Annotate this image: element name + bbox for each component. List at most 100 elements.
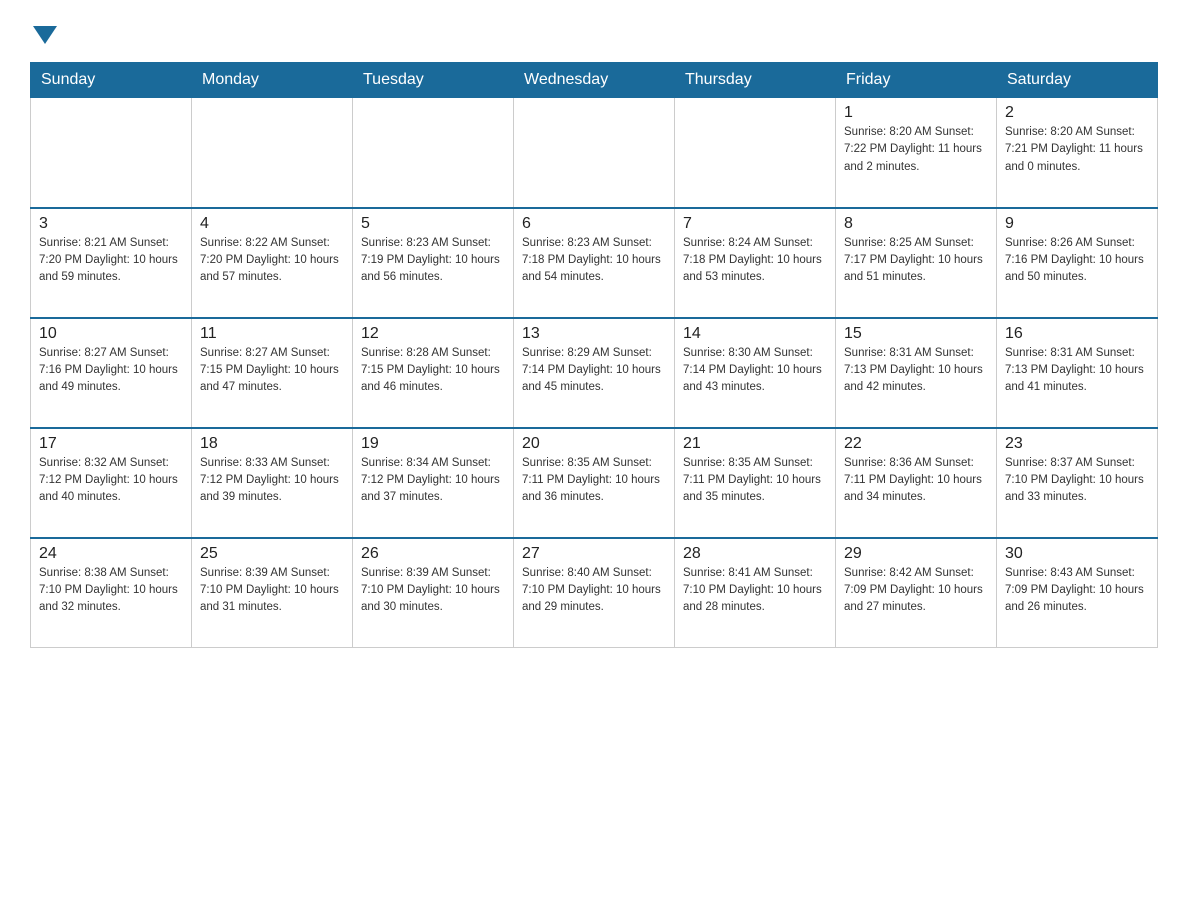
day-number: 6 — [522, 215, 666, 233]
calendar-cell: 18 Sunrise: 8:33 AM Sunset: 7:12 PM Dayli… — [192, 428, 353, 538]
day-number: 12 — [361, 325, 505, 343]
day-info: Sunrise: 8:23 AM Sunset: 7:19 PM Dayligh… — [361, 235, 505, 287]
day-number: 22 — [844, 435, 988, 453]
day-info: Sunrise: 8:26 AM Sunset: 7:16 PM Dayligh… — [1005, 235, 1149, 287]
day-number: 10 — [39, 325, 183, 343]
calendar-cell: 12 Sunrise: 8:28 AM Sunset: 7:15 PM Dayli… — [353, 318, 514, 428]
day-number: 21 — [683, 435, 827, 453]
day-info: Sunrise: 8:41 AM Sunset: 7:10 PM Dayligh… — [683, 565, 827, 617]
day-info: Sunrise: 8:34 AM Sunset: 7:12 PM Dayligh… — [361, 455, 505, 507]
calendar-cell: 29 Sunrise: 8:42 AM Sunset: 7:09 PM Dayli… — [836, 538, 997, 648]
weekday-header-row: SundayMondayTuesdayWednesdayThursdayFrid… — [31, 63, 1158, 98]
calendar-cell — [353, 98, 514, 208]
day-info: Sunrise: 8:31 AM Sunset: 7:13 PM Dayligh… — [844, 345, 988, 397]
day-info: Sunrise: 8:30 AM Sunset: 7:14 PM Dayligh… — [683, 345, 827, 397]
day-info: Sunrise: 8:20 AM Sunset: 7:22 PM Dayligh… — [844, 124, 988, 176]
day-number: 26 — [361, 545, 505, 563]
day-info: Sunrise: 8:38 AM Sunset: 7:10 PM Dayligh… — [39, 565, 183, 617]
header — [30, 20, 1158, 44]
day-number: 4 — [200, 215, 344, 233]
calendar-cell: 27 Sunrise: 8:40 AM Sunset: 7:10 PM Dayli… — [514, 538, 675, 648]
day-info: Sunrise: 8:33 AM Sunset: 7:12 PM Dayligh… — [200, 455, 344, 507]
day-number: 28 — [683, 545, 827, 563]
calendar-cell — [31, 98, 192, 208]
logo-arrow-icon — [33, 26, 57, 44]
weekday-header-friday: Friday — [836, 63, 997, 98]
calendar-cell — [514, 98, 675, 208]
calendar-cell: 10 Sunrise: 8:27 AM Sunset: 7:16 PM Dayli… — [31, 318, 192, 428]
calendar-cell: 16Sunrise: 8:31 AM Sunset: 7:13 PM Dayli… — [997, 318, 1158, 428]
calendar-cell: 4Sunrise: 8:22 AM Sunset: 7:20 PM Daylig… — [192, 208, 353, 318]
day-info: Sunrise: 8:36 AM Sunset: 7:11 PM Dayligh… — [844, 455, 988, 507]
calendar-cell — [675, 98, 836, 208]
day-info: Sunrise: 8:20 AM Sunset: 7:21 PM Dayligh… — [1005, 124, 1149, 176]
day-info: Sunrise: 8:43 AM Sunset: 7:09 PM Dayligh… — [1005, 565, 1149, 617]
day-info: Sunrise: 8:23 AM Sunset: 7:18 PM Dayligh… — [522, 235, 666, 287]
day-number: 14 — [683, 325, 827, 343]
calendar-cell: 23Sunrise: 8:37 AM Sunset: 7:10 PM Dayli… — [997, 428, 1158, 538]
calendar-cell — [192, 98, 353, 208]
calendar-cell: 30 Sunrise: 8:43 AM Sunset: 7:09 PM Dayli… — [997, 538, 1158, 648]
day-number: 17 — [39, 435, 183, 453]
calendar-cell: 17 Sunrise: 8:32 AM Sunset: 7:12 PM Dayli… — [31, 428, 192, 538]
day-info: Sunrise: 8:39 AM Sunset: 7:10 PM Dayligh… — [361, 565, 505, 617]
day-info: Sunrise: 8:27 AM Sunset: 7:16 PM Dayligh… — [39, 345, 183, 397]
day-info: Sunrise: 8:42 AM Sunset: 7:09 PM Dayligh… — [844, 565, 988, 617]
calendar-cell: 24 Sunrise: 8:38 AM Sunset: 7:10 PM Dayli… — [31, 538, 192, 648]
day-number: 18 — [200, 435, 344, 453]
weekday-header-wednesday: Wednesday — [514, 63, 675, 98]
day-number: 5 — [361, 215, 505, 233]
day-number: 25 — [200, 545, 344, 563]
weekday-header-saturday: Saturday — [997, 63, 1158, 98]
weekday-header-thursday: Thursday — [675, 63, 836, 98]
day-info: Sunrise: 8:21 AM Sunset: 7:20 PM Dayligh… — [39, 235, 183, 287]
calendar-cell: 21 Sunrise: 8:35 AM Sunset: 7:11 PM Dayli… — [675, 428, 836, 538]
day-info: Sunrise: 8:39 AM Sunset: 7:10 PM Dayligh… — [200, 565, 344, 617]
day-info: Sunrise: 8:27 AM Sunset: 7:15 PM Dayligh… — [200, 345, 344, 397]
calendar-cell: 8Sunrise: 8:25 AM Sunset: 7:17 PM Daylig… — [836, 208, 997, 318]
calendar-week-row-1: 1 Sunrise: 8:20 AM Sunset: 7:22 PM Daylig… — [31, 98, 1158, 208]
calendar-cell: 14 Sunrise: 8:30 AM Sunset: 7:14 PM Dayli… — [675, 318, 836, 428]
weekday-header-tuesday: Tuesday — [353, 63, 514, 98]
day-number: 11 — [200, 325, 344, 343]
calendar-cell: 9Sunrise: 8:26 AM Sunset: 7:16 PM Daylig… — [997, 208, 1158, 318]
day-number: 29 — [844, 545, 988, 563]
calendar-cell: 7 Sunrise: 8:24 AM Sunset: 7:18 PM Daylig… — [675, 208, 836, 318]
day-info: Sunrise: 8:29 AM Sunset: 7:14 PM Dayligh… — [522, 345, 666, 397]
calendar-cell: 20 Sunrise: 8:35 AM Sunset: 7:11 PM Dayli… — [514, 428, 675, 538]
calendar-cell: 13 Sunrise: 8:29 AM Sunset: 7:14 PM Dayli… — [514, 318, 675, 428]
day-number: 7 — [683, 215, 827, 233]
day-number: 16 — [1005, 325, 1149, 343]
day-info: Sunrise: 8:24 AM Sunset: 7:18 PM Dayligh… — [683, 235, 827, 287]
calendar-cell: 26 Sunrise: 8:39 AM Sunset: 7:10 PM Dayli… — [353, 538, 514, 648]
calendar-week-row-5: 24 Sunrise: 8:38 AM Sunset: 7:10 PM Dayli… — [31, 538, 1158, 648]
calendar-week-row-3: 10 Sunrise: 8:27 AM Sunset: 7:16 PM Dayli… — [31, 318, 1158, 428]
calendar-cell: 1 Sunrise: 8:20 AM Sunset: 7:22 PM Daylig… — [836, 98, 997, 208]
day-info: Sunrise: 8:35 AM Sunset: 7:11 PM Dayligh… — [522, 455, 666, 507]
day-info: Sunrise: 8:32 AM Sunset: 7:12 PM Dayligh… — [39, 455, 183, 507]
calendar-cell: 3 Sunrise: 8:21 AM Sunset: 7:20 PM Daylig… — [31, 208, 192, 318]
day-info: Sunrise: 8:40 AM Sunset: 7:10 PM Dayligh… — [522, 565, 666, 617]
day-info: Sunrise: 8:35 AM Sunset: 7:11 PM Dayligh… — [683, 455, 827, 507]
day-number: 2 — [1005, 104, 1149, 122]
day-number: 8 — [844, 215, 988, 233]
day-number: 23 — [1005, 435, 1149, 453]
day-number: 19 — [361, 435, 505, 453]
day-number: 24 — [39, 545, 183, 563]
day-number: 15 — [844, 325, 988, 343]
calendar-cell: 11 Sunrise: 8:27 AM Sunset: 7:15 PM Dayli… — [192, 318, 353, 428]
calendar-cell: 22 Sunrise: 8:36 AM Sunset: 7:11 PM Dayli… — [836, 428, 997, 538]
day-number: 27 — [522, 545, 666, 563]
day-number: 13 — [522, 325, 666, 343]
day-number: 30 — [1005, 545, 1149, 563]
calendar-cell: 15 Sunrise: 8:31 AM Sunset: 7:13 PM Dayli… — [836, 318, 997, 428]
day-info: Sunrise: 8:28 AM Sunset: 7:15 PM Dayligh… — [361, 345, 505, 397]
calendar-week-row-4: 17 Sunrise: 8:32 AM Sunset: 7:12 PM Dayli… — [31, 428, 1158, 538]
calendar-cell: 19 Sunrise: 8:34 AM Sunset: 7:12 PM Dayli… — [353, 428, 514, 538]
weekday-header-sunday: Sunday — [31, 63, 192, 98]
calendar-cell: 2 Sunrise: 8:20 AM Sunset: 7:21 PM Daylig… — [997, 98, 1158, 208]
day-number: 3 — [39, 215, 183, 233]
day-number: 1 — [844, 104, 988, 122]
calendar-table: SundayMondayTuesdayWednesdayThursdayFrid… — [30, 62, 1158, 648]
day-number: 20 — [522, 435, 666, 453]
